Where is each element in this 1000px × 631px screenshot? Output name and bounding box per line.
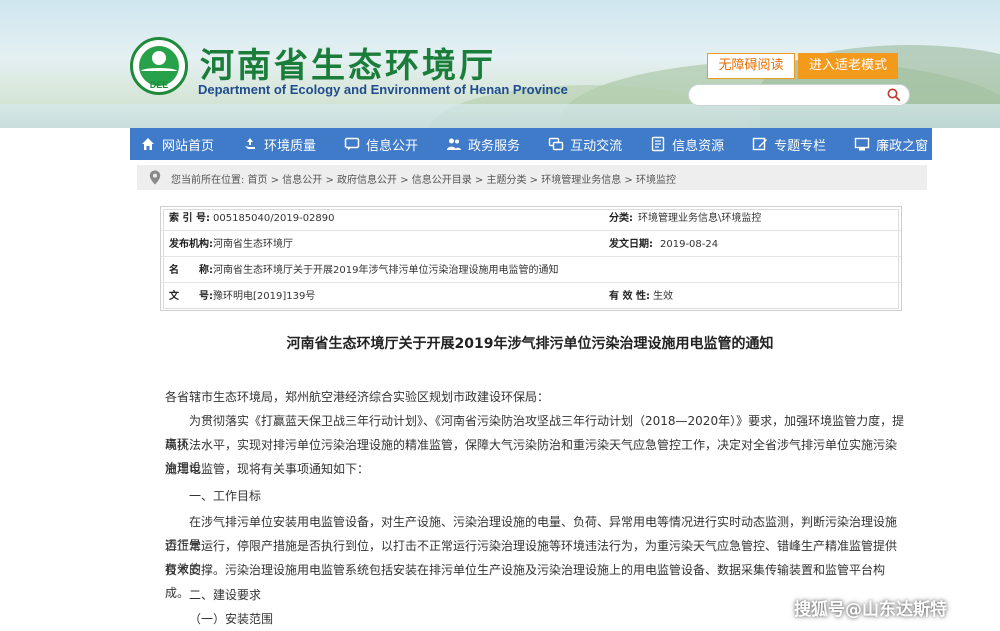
logo-sun-icon — [152, 51, 166, 65]
nav-item-label: 信息资源 — [672, 138, 725, 154]
nav-item-interaction[interactable]: 互动交流 — [548, 128, 622, 160]
search-box — [688, 84, 910, 106]
document-info-table: 索 引 号: 005185040/2019-02890 分类: 环境管理业务信息… — [160, 206, 902, 311]
watermark: 搜狐号@山东达斯特 — [794, 600, 947, 620]
logo-wave-icon — [141, 68, 177, 74]
index-label: 索 引 号: — [169, 213, 210, 224]
location-pin-icon — [149, 170, 161, 185]
nav-item-label: 廉政之窗 — [876, 138, 929, 154]
main-nav: 网站首页 环境质量 信息公开 政务服务 互动交流 信息资源 专题专栏 廉政之窗 — [130, 128, 932, 160]
elder-mode-button[interactable]: 进入适老模式 — [798, 53, 898, 79]
chat-icon — [344, 137, 360, 151]
category-value: 环境管理业务信息\环境监控 — [638, 213, 762, 224]
nav-item-home[interactable]: 网站首页 — [140, 128, 214, 160]
nav-item-info-disclosure[interactable]: 信息公开 — [344, 128, 418, 160]
database-icon — [651, 136, 665, 152]
exchange-icon — [548, 137, 564, 151]
edit-icon — [752, 137, 768, 151]
info-row: 发布机构: 河南省生态环境厅 发文日期: 2019-08-24 — [161, 233, 901, 257]
site-subtitle: Department of Ecology and Environment of… — [198, 82, 568, 97]
nav-item-info-resources[interactable]: 信息资源 — [650, 128, 724, 160]
logo-text: DEE — [149, 80, 169, 90]
breadcrumb-path[interactable]: 您当前所在位置: 首页 > 信息公开 > 政府信息公开 > 信息公开目录 > 主… — [171, 171, 676, 186]
article-salutation: 各省辖市生态环境局，郑州航空港经济综合实验区规划市政建设环保局： — [165, 390, 550, 404]
nav-item-label: 互动交流 — [570, 138, 623, 154]
nav-item-government-service[interactable]: 政务服务 — [446, 128, 520, 160]
nav-item-special-topics[interactable]: 专题专栏 — [752, 128, 826, 160]
nav-item-label: 政务服务 — [468, 138, 521, 154]
index-value: 005185040/2019-02890 — [213, 213, 335, 224]
publisher-value: 河南省生态环境厅 — [213, 239, 293, 250]
nav-item-label: 环境质量 — [264, 138, 317, 154]
nav-item-label: 信息公开 — [366, 138, 419, 154]
validity-label: 有 效 性: — [609, 291, 650, 302]
people-icon — [447, 138, 462, 150]
site-title[interactable]: 河南省生态环境厅 — [200, 38, 496, 87]
recycle-icon — [245, 138, 256, 149]
site-header: DEE 河南省生态环境厅 Department of Ecology and E… — [0, 0, 1000, 128]
name-value: 河南省生态环境厅关于开展2019年涉气排污单位污染治理设施用电监管的通知 — [213, 265, 559, 276]
accessible-reading-button[interactable]: 无障碍阅读 — [707, 53, 795, 79]
window-icon — [854, 137, 870, 151]
site-logo[interactable]: DEE — [130, 37, 188, 95]
breadcrumb: 您当前所在位置: 首页 > 信息公开 > 政府信息公开 > 信息公开目录 > 主… — [137, 165, 927, 190]
search-input[interactable] — [699, 87, 879, 103]
info-row: 索 引 号: 005185040/2019-02890 分类: 环境管理业务信息… — [161, 207, 901, 231]
search-icon[interactable] — [887, 88, 901, 102]
name-label: 名 称: — [169, 265, 213, 276]
nav-item-integrity-window[interactable]: 廉政之窗 — [854, 128, 928, 160]
doc-number-label: 文 号: — [169, 291, 213, 302]
category-label: 分类: — [609, 213, 633, 224]
date-label: 发文日期: — [609, 239, 653, 250]
doc-number-value: 豫环明电[2019]139号 — [213, 291, 316, 302]
nav-item-label: 专题专栏 — [774, 138, 827, 154]
home-icon — [142, 138, 154, 150]
header-water-decoration — [0, 104, 1000, 128]
article-heading: 一、工作目标 — [189, 489, 262, 503]
info-row: 文 号: 豫环明电[2019]139号 有 效 性: 生效 — [161, 285, 901, 309]
publisher-label: 发布机构: — [169, 239, 213, 250]
nav-item-label: 网站首页 — [162, 138, 215, 154]
info-row: 名 称: 河南省生态环境厅关于开展2019年涉气排污单位污染治理设施用电监管的通… — [161, 259, 901, 283]
nav-item-environment-quality[interactable]: 环境质量 — [242, 128, 316, 160]
date-value: 2019-08-24 — [660, 239, 719, 250]
article-paragraph-line: 施用电监管，现将有关事项通知如下： — [165, 462, 370, 476]
validity-value: 生效 — [653, 291, 673, 302]
article-title: 河南省生态环境厅关于开展2019年涉气排污单位污染治理设施用电监管的通知 — [286, 336, 774, 352]
